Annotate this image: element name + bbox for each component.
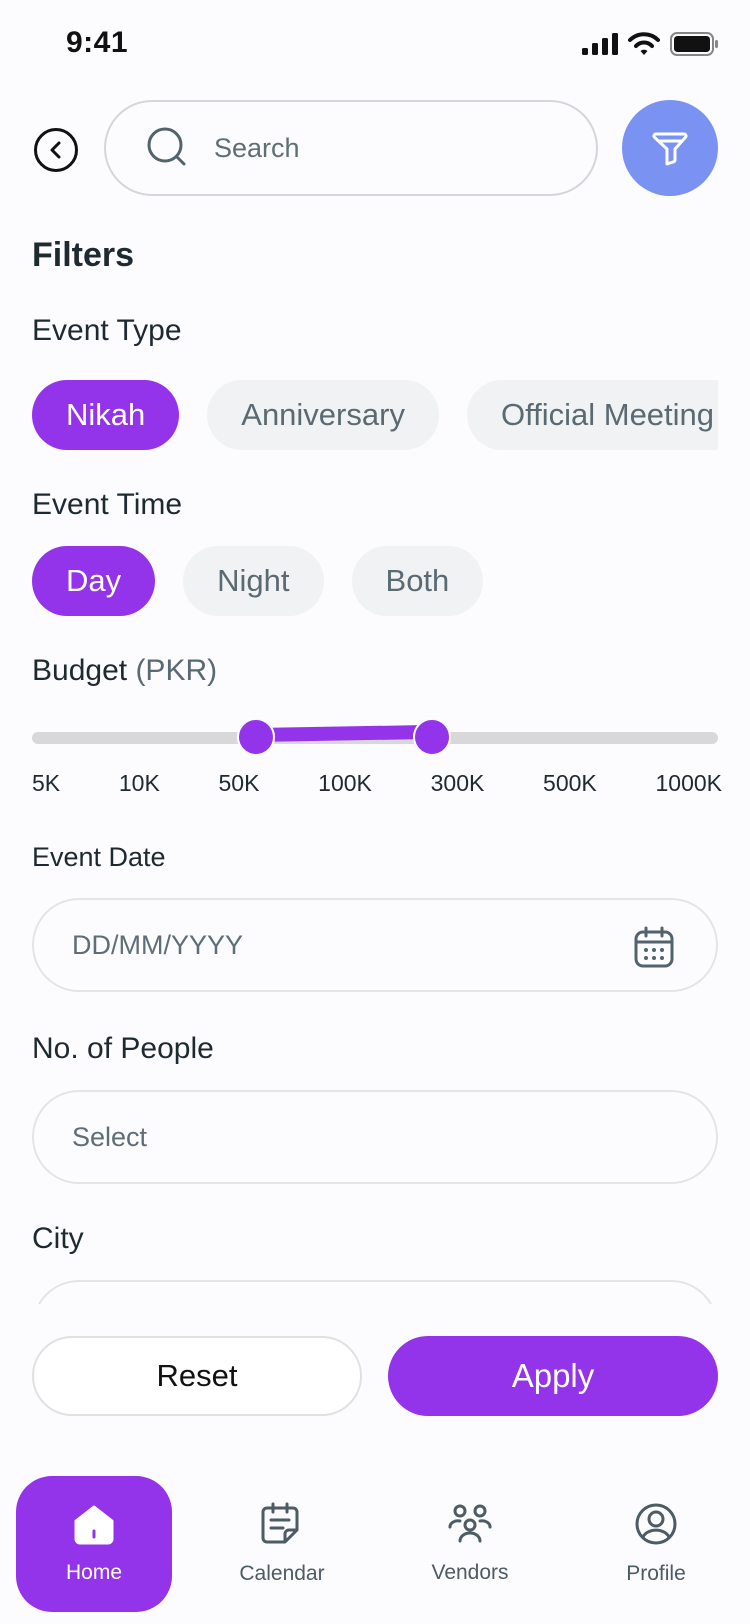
event-time-chips: Day Night Both [32,546,718,616]
calendar-icon [261,1502,299,1544]
apply-button[interactable]: Apply [388,1336,718,1416]
battery-icon [670,32,718,56]
nav-calendar[interactable]: Calendar [204,1476,360,1612]
nav-vendors[interactable]: Vendors [392,1476,548,1612]
vendors-icon [448,1504,492,1543]
search-icon [147,127,186,166]
home-icon [74,1505,114,1545]
budget-tick: 10K [118,770,160,796]
status-time: 9:41 [66,26,129,59]
nav-vendors-label: Vendors [431,1561,509,1584]
budget-tick: 5K [32,770,61,796]
back-button[interactable] [34,128,78,172]
nav-profile-label: Profile [626,1562,686,1585]
search-bar[interactable] [104,100,598,196]
budget-unit: (PKR) [135,654,218,687]
budget-label: Budget (PKR) [32,654,217,688]
chip-nikah[interactable]: Nikah [32,380,180,450]
calendar-icon[interactable] [634,926,674,968]
status-icons [582,32,718,56]
budget-label-text: Budget [32,654,128,687]
wifi-icon [628,32,660,55]
budget-tick: 500K [543,770,597,796]
budget-ticks: 5K 10K 50K 100K 300K 500K 1000K [32,770,722,797]
chip-day[interactable]: Day [32,546,156,616]
budget-tick: 100K [318,770,372,796]
budget-tick: 300K [430,770,485,796]
budget-tick: 1000K [655,770,722,796]
chip-official-meeting[interactable]: Official Meeting [466,380,718,450]
people-label: No. of People [32,1032,214,1065]
people-input[interactable] [72,1121,592,1153]
chip-both[interactable]: Both [351,546,484,616]
event-type-chips: Nikah Anniversary Official Meeting [32,380,718,450]
event-date-field[interactable] [32,898,718,992]
filter-icon [652,132,688,166]
chevron-left-icon [50,141,61,159]
signal-icon [582,33,618,55]
page-title: Filters [32,236,135,274]
budget-tick: 50K [218,770,260,796]
city-field[interactable] [32,1280,718,1304]
city-field-clip [32,1280,718,1304]
filter-button[interactable] [622,100,718,196]
nav-profile[interactable]: Profile [578,1476,734,1612]
chip-night[interactable]: Night [183,546,324,616]
event-date-input[interactable] [72,929,592,961]
chip-anniversary[interactable]: Anniversary [207,380,439,450]
people-select[interactable] [32,1090,718,1184]
budget-slider-max-handle[interactable] [413,718,451,756]
nav-home[interactable]: Home [16,1476,172,1612]
profile-icon [635,1503,677,1545]
event-time-label: Event Time [32,488,183,521]
search-input[interactable] [214,132,554,164]
city-label: City [32,1222,84,1255]
budget-slider-min-handle[interactable] [237,718,275,756]
reset-button[interactable]: Reset [32,1336,362,1416]
event-type-label: Event Type [32,314,182,347]
nav-calendar-label: Calendar [239,1562,325,1585]
event-date-label: Event Date [32,842,166,872]
nav-home-label: Home [65,1561,123,1584]
